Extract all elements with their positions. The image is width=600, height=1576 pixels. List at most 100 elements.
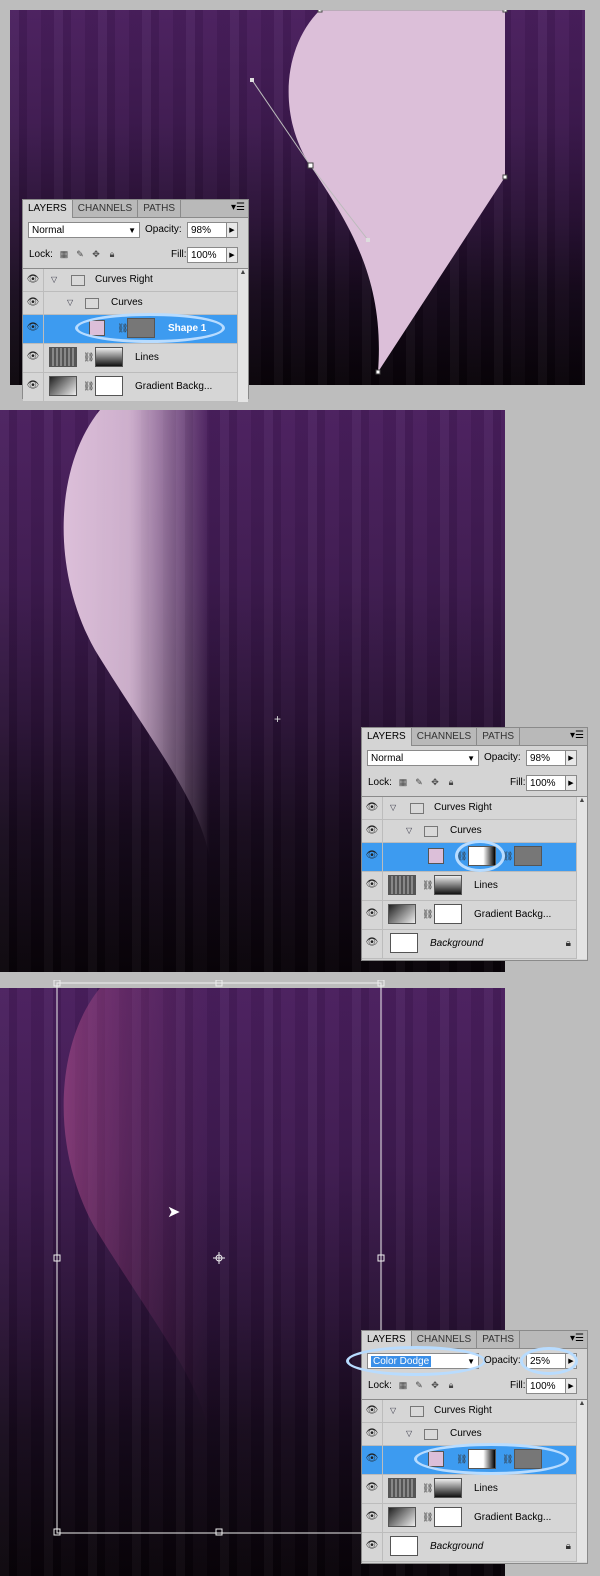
- eye-icon[interactable]: 👁︎: [23, 344, 44, 372]
- lock-transparency-icon[interactable]: ▦: [398, 1380, 408, 1390]
- fill-stepper[interactable]: ▶: [226, 247, 238, 263]
- layer-thumbnail: [388, 1507, 416, 1527]
- lock-transparency-icon[interactable]: ▦: [398, 777, 408, 787]
- chain-link-icon[interactable]: ⛓︎: [422, 1483, 433, 1494]
- eye-icon[interactable]: 👁︎: [23, 373, 44, 401]
- lock-move-icon[interactable]: ✥: [430, 1380, 440, 1390]
- layers-scrollbar[interactable]: ▲: [576, 797, 587, 959]
- layer-gradient-background[interactable]: 👁︎ ⛓︎ Gradient Backg...: [23, 373, 248, 402]
- fill-stepper[interactable]: ▶: [565, 775, 577, 791]
- layer-thumbnail: [388, 1478, 416, 1498]
- expand-triangle-icon[interactable]: ▽: [51, 269, 57, 291]
- layer-name: Curves: [111, 297, 143, 308]
- eye-icon[interactable]: 👁︎: [23, 292, 44, 314]
- chain-link-icon[interactable]: ⛓︎: [422, 909, 433, 920]
- eye-icon[interactable]: 👁︎: [362, 1400, 383, 1422]
- layer-thumbnail: [49, 347, 77, 367]
- expand-triangle-icon[interactable]: ▽: [406, 1423, 412, 1445]
- lock-paint-icon[interactable]: ✎: [414, 777, 424, 787]
- layer-shape-1[interactable]: 👁︎ ⛓︎ ⛓︎ ...: [362, 840, 587, 872]
- lock-move-icon[interactable]: ✥: [430, 777, 440, 787]
- folder-icon: [85, 298, 99, 309]
- layer-lines[interactable]: 👁︎ ⛓︎ Lines: [362, 872, 587, 901]
- layer-shape-1[interactable]: 👁︎ ⛓︎ Shape 1: [23, 313, 248, 344]
- panel-menu-icon[interactable]: ▾☰: [570, 730, 584, 741]
- chain-link-icon[interactable]: ⛓︎: [83, 352, 94, 363]
- chain-link-icon[interactable]: ⛓︎: [83, 381, 94, 392]
- tab-paths[interactable]: PATHS: [138, 200, 182, 217]
- tab-layers[interactable]: LAYERS: [362, 728, 412, 746]
- fill-input[interactable]: 100%: [526, 1378, 566, 1394]
- chain-link-icon[interactable]: ⛓︎: [422, 1512, 433, 1523]
- tab-paths[interactable]: PATHS: [477, 1331, 521, 1348]
- color-swatch[interactable]: [428, 848, 444, 864]
- layer-lines[interactable]: 👁︎ ⛓︎ Lines: [362, 1475, 587, 1504]
- mask-thumbnail[interactable]: [95, 347, 123, 367]
- fill-input[interactable]: 100%: [526, 775, 566, 791]
- mask-thumbnail[interactable]: [434, 1507, 462, 1527]
- crosshair-cursor-icon: +: [274, 712, 282, 726]
- fill-stepper[interactable]: ▶: [565, 1378, 577, 1394]
- expand-triangle-icon[interactable]: ▽: [390, 1400, 396, 1422]
- lock-all-icon[interactable]: 🔒︎: [446, 777, 456, 787]
- layer-background[interactable]: 👁︎ Background 🔒︎: [362, 930, 587, 959]
- lock-transparency-icon[interactable]: ▦: [59, 249, 69, 259]
- eye-icon[interactable]: 👁︎: [362, 797, 383, 819]
- eye-icon[interactable]: 👁︎: [362, 872, 383, 900]
- layer-group-curves-right[interactable]: 👁︎ ▽ Curves Right: [23, 269, 248, 292]
- tab-paths[interactable]: PATHS: [477, 728, 521, 745]
- eye-icon[interactable]: 👁︎: [362, 1475, 383, 1503]
- layer-gradient-background[interactable]: 👁︎ ⛓︎ Gradient Backg...: [362, 901, 587, 930]
- lock-move-icon[interactable]: ✥: [91, 249, 101, 259]
- blend-mode-select[interactable]: Normal ▼: [367, 750, 479, 766]
- layer-group-curves-right[interactable]: 👁︎ ▽ Curves Right: [362, 797, 587, 820]
- fill-input[interactable]: 100%: [187, 247, 227, 263]
- eye-icon[interactable]: 👁︎: [362, 843, 383, 871]
- eye-icon[interactable]: 👁︎: [362, 901, 383, 929]
- tab-channels[interactable]: CHANNELS: [412, 728, 478, 745]
- eye-icon[interactable]: 👁︎: [362, 1533, 383, 1561]
- lock-paint-icon[interactable]: ✎: [414, 1380, 424, 1390]
- chain-link-icon[interactable]: ⛓︎: [422, 880, 433, 891]
- layer-name: Gradient Backg...: [474, 909, 552, 920]
- eye-icon[interactable]: 👁︎: [362, 1446, 383, 1474]
- tab-channels[interactable]: CHANNELS: [73, 200, 139, 217]
- opacity-highlight-ring: [520, 1347, 578, 1375]
- mask-thumbnail[interactable]: [434, 875, 462, 895]
- layer-lines[interactable]: 👁︎ ⛓︎ Lines: [23, 344, 248, 373]
- blend-mode-select[interactable]: Normal ▼: [28, 222, 140, 238]
- mask-thumbnail[interactable]: [434, 1478, 462, 1498]
- panel-menu-icon[interactable]: ▾☰: [231, 202, 245, 213]
- mask-thumbnail[interactable]: [434, 904, 462, 924]
- mask-thumbnail[interactable]: [95, 376, 123, 396]
- eye-icon[interactable]: 👁︎: [23, 269, 44, 291]
- expand-triangle-icon[interactable]: ▽: [390, 797, 396, 819]
- opacity-stepper[interactable]: ▶: [565, 750, 577, 766]
- opacity-input[interactable]: 98%: [526, 750, 566, 766]
- tab-layers[interactable]: LAYERS: [23, 200, 73, 218]
- opacity-stepper[interactable]: ▶: [226, 222, 238, 238]
- eye-icon[interactable]: 👁︎: [23, 315, 44, 343]
- layers-scrollbar[interactable]: ▲: [576, 1400, 587, 1562]
- layers-panel-3: LAYERS CHANNELS PATHS ▾☰ Color Dodge ▼ Op…: [346, 1330, 588, 1564]
- expand-triangle-icon[interactable]: ▽: [67, 292, 73, 314]
- expand-triangle-icon[interactable]: ▽: [406, 820, 412, 842]
- eye-icon[interactable]: 👁︎: [362, 930, 383, 958]
- shape-1-masked: [63, 410, 210, 860]
- eye-icon[interactable]: 👁︎: [362, 1504, 383, 1532]
- layers-scrollbar[interactable]: ▲: [237, 269, 248, 402]
- vector-mask-thumbnail[interactable]: [514, 846, 542, 866]
- opacity-input[interactable]: 98%: [187, 222, 227, 238]
- layer-shape-1[interactable]: 👁︎ ⛓︎ ⛓︎ ...: [362, 1443, 587, 1475]
- layer-background[interactable]: 👁︎ Background 🔒︎: [362, 1533, 587, 1562]
- layer-gradient-background[interactable]: 👁︎ ⛓︎ Gradient Backg...: [362, 1504, 587, 1533]
- lock-all-icon[interactable]: 🔒︎: [107, 249, 117, 259]
- layer-group-curves[interactable]: 👁︎ ▽ Curves: [23, 292, 248, 315]
- shape-1-pink: [288, 10, 505, 372]
- lock-paint-icon[interactable]: ✎: [75, 249, 85, 259]
- eye-icon[interactable]: 👁︎: [362, 1423, 383, 1445]
- lock-all-icon[interactable]: 🔒︎: [446, 1380, 456, 1390]
- layer-group-curves-right[interactable]: 👁︎ ▽ Curves Right: [362, 1400, 587, 1423]
- eye-icon[interactable]: 👁︎: [362, 820, 383, 842]
- panel-menu-icon[interactable]: ▾☰: [570, 1333, 584, 1344]
